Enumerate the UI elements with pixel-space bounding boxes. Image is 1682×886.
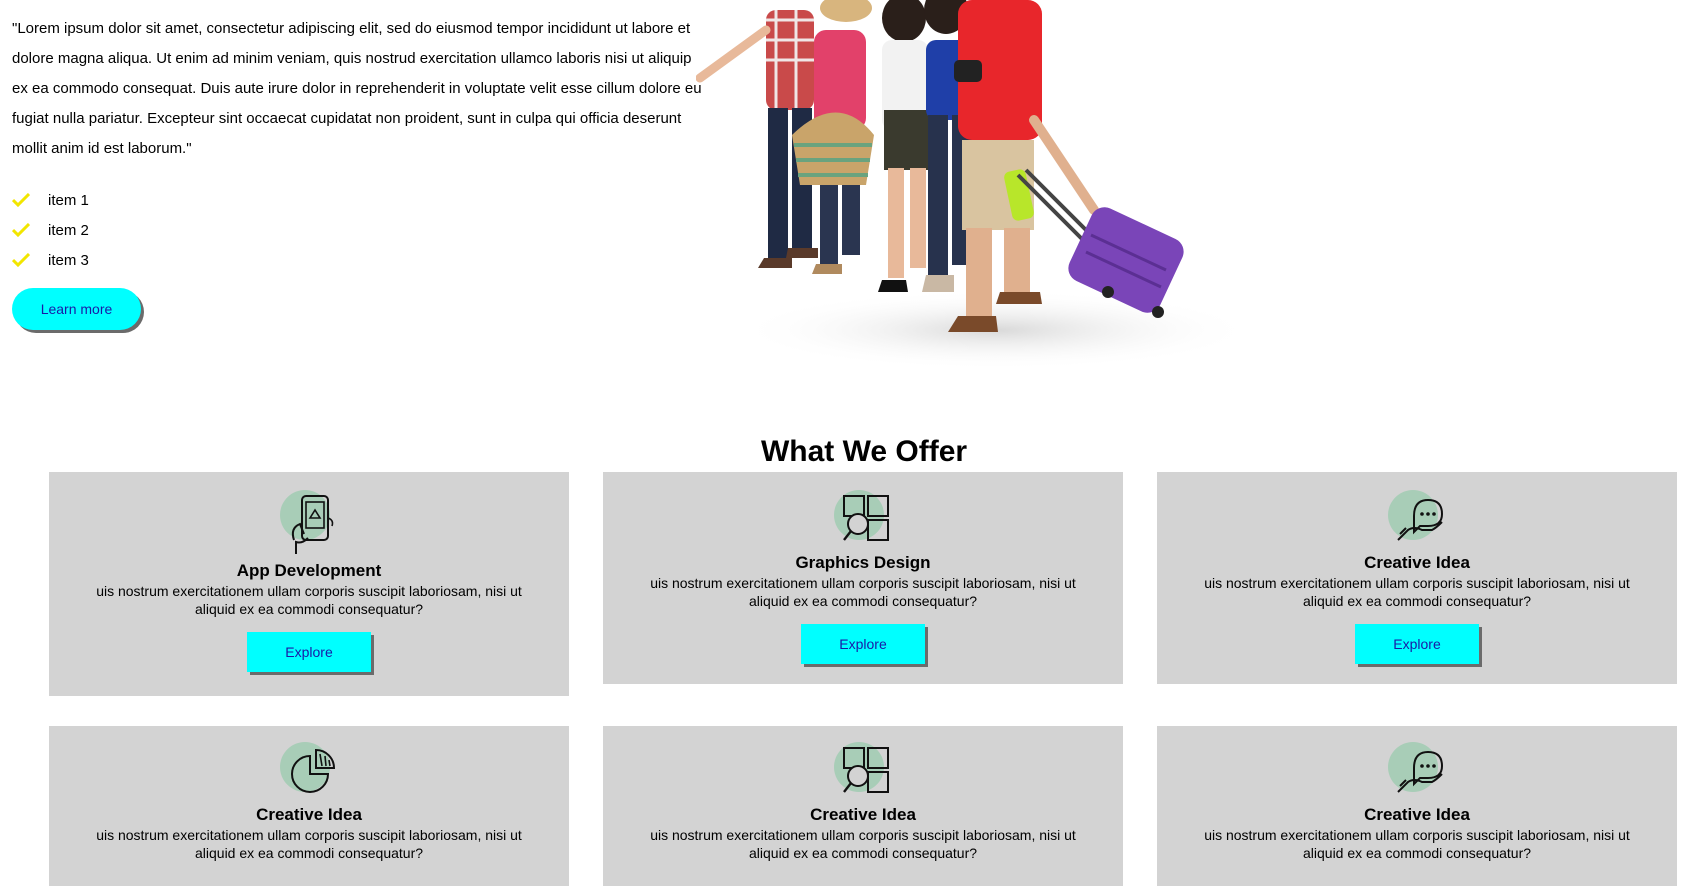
card-description: uis nostrum exercitationem ullam corpori… bbox=[1204, 575, 1630, 609]
card-description: uis nostrum exercitationem ullam corpori… bbox=[96, 827, 522, 861]
service-card: Graphics Design uis nostrum exercitation… bbox=[603, 472, 1123, 684]
feature-checklist: item 1 item 2 item 3 bbox=[12, 185, 89, 275]
checkmark-icon bbox=[12, 253, 48, 267]
icon-wrap bbox=[274, 740, 344, 804]
card-description: uis nostrum exercitationem ullam corpori… bbox=[650, 575, 1076, 609]
design-search-icon bbox=[843, 495, 889, 541]
design-search-icon bbox=[843, 747, 889, 793]
card-title: Creative Idea bbox=[1364, 805, 1470, 824]
pie-chart-icon bbox=[291, 748, 336, 793]
section-title: What We Offer bbox=[760, 435, 968, 468]
chat-hand-icon bbox=[1397, 498, 1444, 541]
intro-paragraph: "Lorem ipsum dolor sit amet, consectetur… bbox=[12, 20, 702, 157]
explore-button[interactable]: Explore bbox=[801, 624, 925, 664]
list-item: item 3 bbox=[12, 245, 89, 275]
list-item: item 1 bbox=[12, 185, 89, 215]
service-card: Creative Idea uis nostrum exercitationem… bbox=[603, 726, 1123, 886]
icon-wrap bbox=[274, 488, 344, 560]
card-title: Creative Idea bbox=[256, 805, 362, 824]
travelers-hero-image bbox=[696, 0, 1256, 370]
card-description: uis nostrum exercitationem ullam corpori… bbox=[1204, 827, 1630, 861]
card-description: uis nostrum exercitationem ullam corpori… bbox=[650, 827, 1076, 861]
checkmark-icon bbox=[12, 193, 48, 207]
icon-wrap bbox=[828, 488, 898, 552]
card-title: Graphics Design bbox=[795, 553, 931, 572]
list-item: item 2 bbox=[12, 215, 89, 245]
icon-wrap bbox=[1382, 740, 1452, 804]
service-card: App Development uis nostrum exercitation… bbox=[49, 472, 569, 696]
list-item-label: item 2 bbox=[48, 221, 89, 239]
card-title: App Development bbox=[236, 561, 382, 580]
chat-hand-icon bbox=[1397, 750, 1444, 793]
card-title: Creative Idea bbox=[810, 805, 916, 824]
checkmark-icon bbox=[12, 223, 48, 237]
explore-button[interactable]: Explore bbox=[1355, 624, 1479, 664]
icon-wrap bbox=[1382, 488, 1452, 552]
list-item-label: item 3 bbox=[48, 251, 89, 269]
list-item-label: item 1 bbox=[48, 191, 89, 209]
icon-wrap bbox=[828, 740, 898, 804]
service-card: Creative Idea uis nostrum exercitationem… bbox=[49, 726, 569, 886]
service-card: Creative Idea uis nostrum exercitationem… bbox=[1157, 726, 1677, 886]
service-card: Creative Idea uis nostrum exercitationem… bbox=[1157, 472, 1677, 684]
explore-button[interactable]: Explore bbox=[247, 632, 371, 672]
card-description: uis nostrum exercitationem ullam corpori… bbox=[96, 583, 522, 617]
card-title: Creative Idea bbox=[1364, 553, 1470, 572]
mobile-app-icon bbox=[291, 495, 334, 554]
learn-more-button[interactable]: Learn more bbox=[12, 288, 141, 330]
